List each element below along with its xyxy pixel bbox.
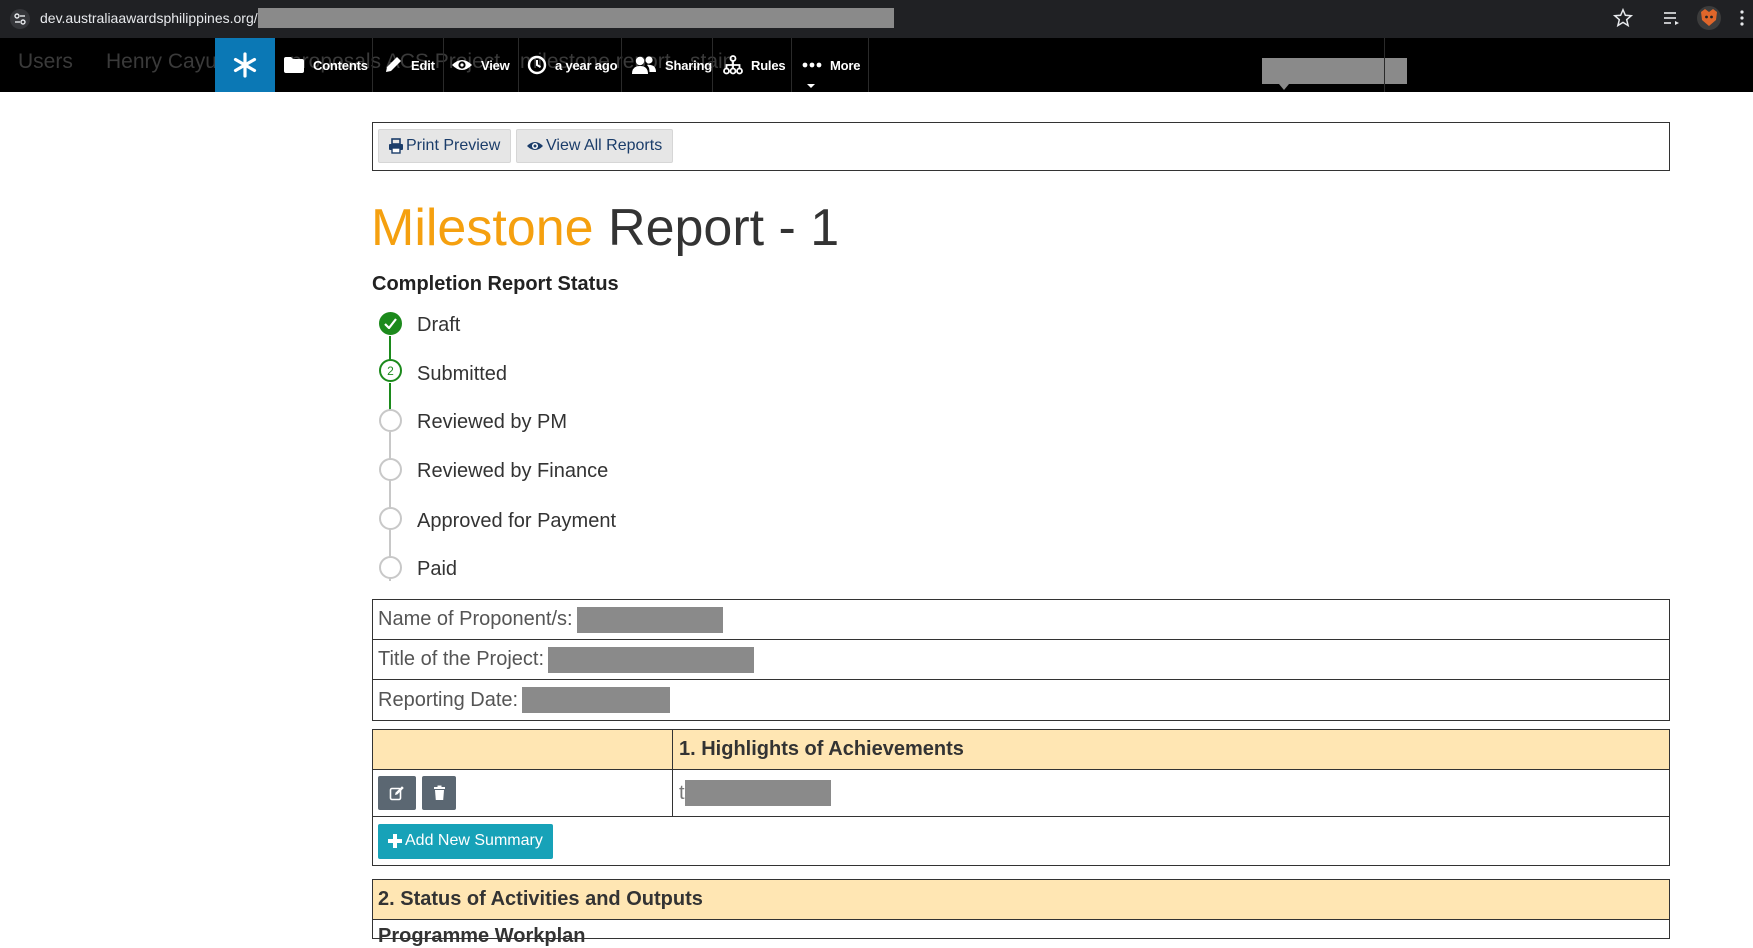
- toolbar-sharing-label: Sharing: [665, 57, 712, 73]
- page-title-rest: Report - 1: [593, 199, 840, 257]
- row-actions: [373, 770, 673, 816]
- breadcrumb-ghost: Users: [18, 50, 73, 73]
- toolbar-divider: [443, 38, 444, 92]
- edit-icon: [389, 786, 404, 801]
- ellipsis-icon: [802, 62, 822, 68]
- step-pending-circle-icon: [379, 556, 402, 579]
- highlights-header: 1. Highlights of Achievements: [373, 730, 1669, 770]
- report-info-table: Name of Proponent/s: Title of the Projec…: [372, 599, 1670, 721]
- completion-status-heading: Completion Report Status: [372, 273, 619, 295]
- toolbar-view[interactable]: View: [451, 38, 510, 92]
- reading-list-icon[interactable]: [1662, 8, 1682, 28]
- report-actions-panel: Print Preview View All Reports: [372, 122, 1670, 171]
- toolbar-contents-label: Contents: [313, 57, 368, 73]
- url-text[interactable]: dev.australiaawardsphilippines.org/: [40, 10, 258, 27]
- browser-menu-icon[interactable]: [1737, 8, 1747, 28]
- add-new-summary-button[interactable]: Add New Summary: [378, 823, 553, 859]
- toolbar-divider: [372, 38, 373, 92]
- highlight-summary-cell: t: [673, 770, 1669, 816]
- bookmark-star-icon[interactable]: [1612, 7, 1634, 29]
- status-activities-section: 2. Status of Activities and Outputs Prog…: [372, 879, 1670, 947]
- page-title-accent: Milestone: [371, 199, 594, 257]
- site-info-icon[interactable]: [10, 9, 30, 29]
- project-title-redacted: [548, 646, 754, 673]
- view-all-reports-label: View All Reports: [546, 137, 663, 154]
- status-step-paid: Paid: [417, 558, 458, 580]
- proponent-redacted: [576, 606, 723, 633]
- toolbar-divider: [868, 38, 869, 92]
- status-step-reviewed-pm: Reviewed by PM: [417, 411, 568, 433]
- toolbar-contents[interactable]: Contents: [283, 38, 368, 92]
- toolbar-history-label: a year ago: [555, 57, 618, 73]
- toolbar-divider: [712, 38, 713, 92]
- toolbar-divider: [518, 38, 519, 92]
- table-row: t: [373, 770, 1669, 817]
- breadcrumb-ghost: Henry Cayu: [106, 50, 217, 73]
- sitemap-icon: [723, 55, 743, 75]
- print-icon: [389, 138, 403, 154]
- status-activities-heading: 2. Status of Activities and Outputs: [373, 880, 1669, 920]
- toolbar-view-label: View: [481, 57, 510, 73]
- eye-icon: [527, 142, 543, 150]
- step-done-check-icon: [379, 312, 402, 335]
- pencil-icon: [386, 57, 401, 72]
- print-preview-button[interactable]: Print Preview: [378, 129, 512, 163]
- trash-icon: [433, 785, 445, 800]
- print-preview-label: Print Preview: [406, 137, 501, 154]
- status-step-approved: Approved for Payment: [417, 510, 616, 532]
- step-pending-circle-icon: [379, 458, 402, 481]
- page-title: Milestone Report - 1: [371, 198, 839, 258]
- caret-down-icon: [1279, 84, 1289, 90]
- status-activities-subheading: Programme Workplan: [378, 925, 586, 947]
- eye-icon: [452, 60, 472, 70]
- add-new-summary-label: Add New Summary: [405, 832, 543, 849]
- toolbar-rules[interactable]: Rules: [723, 38, 786, 92]
- step-pending-circle-icon: [379, 409, 402, 432]
- toolbar-edit-label: Edit: [411, 57, 435, 73]
- reporting-date-row: Reporting Date:: [373, 680, 1669, 720]
- status-step-reviewed-finance: Reviewed by Finance: [417, 460, 609, 482]
- user-menu-redacted[interactable]: [1262, 58, 1407, 84]
- highlight-summary-redacted: [684, 780, 831, 806]
- highlights-footer: Add New Summary: [373, 817, 1669, 865]
- project-title-row: Title of the Project:: [373, 640, 1669, 680]
- proponent-row: Name of Proponent/s:: [373, 600, 1669, 640]
- highlights-header-blank: [373, 730, 673, 769]
- clock-icon: [527, 55, 547, 75]
- step-number-badge: 2: [379, 359, 402, 382]
- profile-avatar-icon[interactable]: [1697, 6, 1721, 30]
- toolbar-sharing[interactable]: Sharing: [631, 38, 712, 92]
- highlights-table: 1. Highlights of Achievements t Add New …: [372, 729, 1670, 866]
- status-step-draft: Draft: [417, 314, 461, 336]
- proponent-label: Name of Proponent/s:: [378, 608, 573, 630]
- view-all-reports-button[interactable]: View All Reports: [516, 129, 674, 163]
- reporting-date-label: Reporting Date:: [378, 688, 519, 711]
- users-icon: [632, 56, 656, 74]
- url-redaction: [258, 8, 894, 28]
- delete-row-button[interactable]: [422, 776, 456, 810]
- step-pending-circle-icon: [379, 507, 402, 530]
- toolbar-divider: [621, 38, 622, 92]
- plus-icon: [388, 834, 402, 848]
- project-title-label: Title of the Project:: [378, 648, 544, 670]
- folder-icon: [284, 57, 304, 73]
- browser-address-bar: dev.australiaawardsphilippines.org/: [0, 0, 1753, 38]
- plone-star-icon: [233, 52, 257, 78]
- toolbar-more-label: More: [830, 57, 861, 73]
- toolbar-history[interactable]: a year ago: [527, 38, 618, 92]
- toolbar-divider: [791, 38, 792, 92]
- toolbar-divider: [1384, 38, 1385, 92]
- caret-down-icon: [807, 84, 815, 88]
- reporting-date-redacted: [522, 687, 671, 713]
- toolbar-rules-label: Rules: [751, 57, 786, 73]
- plone-logo-button[interactable]: [215, 38, 275, 92]
- highlights-heading: 1. Highlights of Achievements: [679, 738, 964, 760]
- edit-row-button[interactable]: [378, 776, 416, 810]
- status-step-submitted: Submitted: [417, 363, 508, 385]
- toolbar-edit[interactable]: Edit: [383, 38, 435, 92]
